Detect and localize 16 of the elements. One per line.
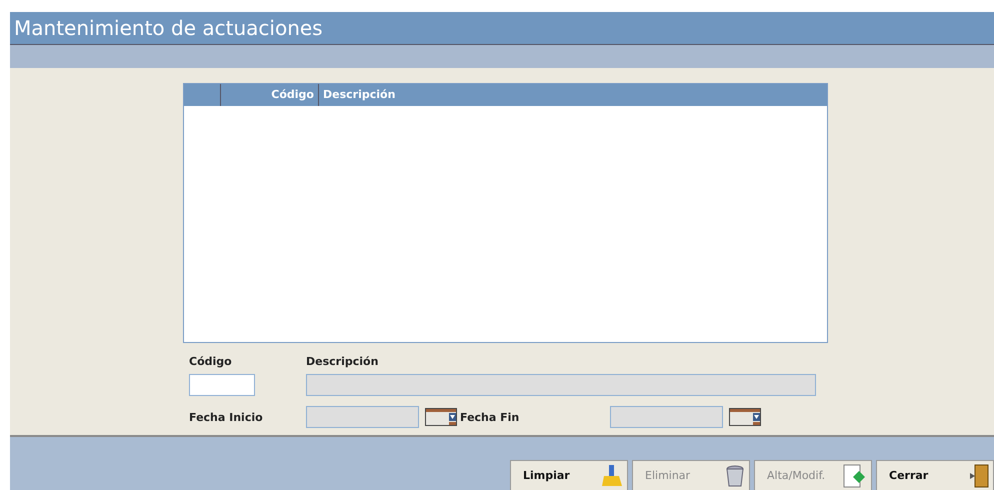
field-label: Fecha Fin	[459, 410, 520, 424]
action-button[interactable]: Limpiar	[510, 460, 628, 490]
trash-icon	[725, 464, 745, 488]
column-header[interactable]: Descripción	[319, 84, 827, 106]
field-label: Descripción	[306, 354, 378, 368]
field-label: Código	[188, 354, 233, 368]
column-header[interactable]: Código	[221, 84, 319, 106]
field-label: Fecha Inicio	[189, 410, 264, 424]
calendar-icon[interactable]	[729, 408, 761, 426]
input-field[interactable]	[189, 374, 255, 396]
action-button[interactable]: Cerrar	[876, 460, 994, 490]
document-icon	[843, 464, 867, 488]
calendar-icon[interactable]	[425, 408, 457, 426]
window-title: Mantenimiento de actuaciones	[10, 12, 994, 45]
door-exit-icon	[969, 464, 989, 488]
brush-icon	[601, 464, 623, 488]
